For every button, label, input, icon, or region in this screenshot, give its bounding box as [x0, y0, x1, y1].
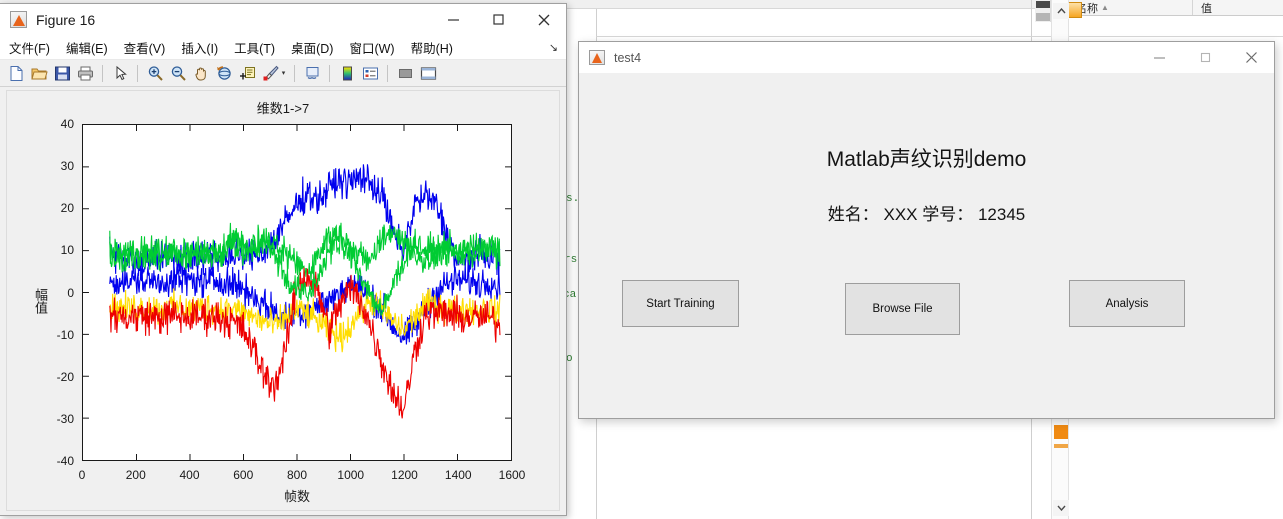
save-figure-icon[interactable]: [51, 62, 73, 84]
x-tick-label: 0: [78, 468, 86, 482]
y-tick-label: -40: [56, 454, 74, 468]
chart-series-series-green-mid: [109, 222, 501, 316]
dialog-subtitle: 姓名： XXX 学号： 12345: [827, 205, 1026, 224]
start-training-button[interactable]: Start Training: [622, 280, 739, 327]
y-tick-label: -10: [56, 327, 74, 342]
menu-window[interactable]: 窗口(W): [349, 38, 394, 57]
workspace-column-value-label: 值: [1201, 2, 1212, 15]
zoom-in-icon[interactable]: [144, 62, 166, 84]
show-plot-tools-icon[interactable]: [417, 62, 439, 84]
editor-top-divider: [596, 36, 1283, 37]
x-tick-label: 200: [125, 468, 146, 482]
figure-canvas[interactable]: 维数1->7 幅值 帧数 40 30 20 10 0 -10 -20 -30 -40 0 200 4…: [6, 90, 560, 511]
close-icon[interactable]: [521, 4, 566, 36]
sort-ascending-icon: ▲: [1101, 3, 1109, 12]
brush-icon[interactable]: [259, 62, 281, 84]
scroll-up-icon[interactable]: [1053, 3, 1069, 19]
y-tick-label: -20: [56, 369, 74, 384]
y-tick-label: 40: [60, 117, 74, 131]
link-plot-icon[interactable]: [301, 62, 323, 84]
y-tick-label: 30: [60, 159, 74, 174]
workspace-panel: 名称 ▲ 值: [1068, 0, 1283, 36]
figure-toolbar[interactable]: ▾: [0, 60, 566, 87]
matlab-icon: [10, 11, 27, 28]
browse-file-button[interactable]: Browse File: [845, 283, 960, 335]
chart-axes[interactable]: [82, 124, 512, 461]
scroll-down-icon[interactable]: [1053, 500, 1069, 516]
maximize-icon[interactable]: [476, 4, 521, 36]
y-tick-label: -30: [56, 411, 74, 426]
menu-overflow-icon[interactable]: ↘: [549, 41, 558, 54]
editor-minimap[interactable]: [1035, 0, 1051, 22]
x-tick-label: 1000: [337, 468, 365, 482]
toolbar-divider: [137, 64, 138, 82]
menu-desktop[interactable]: 桌面(D): [291, 38, 333, 57]
zoom-out-icon[interactable]: [167, 62, 189, 84]
y-tick-label: 0: [67, 285, 74, 300]
toolbar-divider: [102, 64, 103, 82]
menu-insert[interactable]: 插入(I): [181, 38, 218, 57]
colorbar-icon[interactable]: [336, 62, 358, 84]
chart-series-series-yellow: [109, 288, 501, 353]
figure-window-title: Figure 16: [36, 11, 96, 28]
figure-window[interactable]: Figure 16 文件(F) 编辑(E) 查看(V) 插入(I) 工具(T) …: [0, 3, 567, 516]
y-tick-label: 10: [60, 243, 74, 258]
menu-help[interactable]: 帮助(H): [411, 38, 453, 57]
menu-view[interactable]: 查看(V): [124, 38, 166, 57]
y-tick-label: 20: [60, 201, 74, 216]
minimize-icon[interactable]: [1136, 42, 1182, 73]
scrollbar-marker: [1054, 425, 1068, 439]
analysis-button[interactable]: Analysis: [1069, 280, 1185, 327]
pan-icon[interactable]: [190, 62, 212, 84]
chart-title: 维数1->7: [256, 101, 310, 116]
dialog-body: Matlab声纹识别demo 姓名： XXX 学号： 12345 Start T…: [579, 73, 1274, 418]
workspace-column-value[interactable]: 值: [1193, 0, 1212, 15]
toolbar-divider: [329, 64, 330, 82]
menu-file[interactable]: 文件(F): [9, 38, 50, 57]
matlab-icon: [589, 50, 605, 65]
dialog-title: test4: [614, 50, 642, 65]
minimap-block-gray: [1036, 13, 1050, 21]
minimize-icon[interactable]: [431, 4, 476, 36]
dialog-window-controls: [1136, 42, 1274, 73]
minimap-block-dark: [1036, 1, 1050, 8]
dialog-heading: Matlab声纹识别demo: [826, 148, 1027, 171]
workspace-column-name[interactable]: 名称 ▲: [1068, 0, 1193, 15]
x-tick-label: 1600: [498, 468, 526, 482]
menu-edit[interactable]: 编辑(E): [66, 38, 108, 57]
open-file-icon[interactable]: [28, 62, 50, 84]
close-icon[interactable]: [1228, 42, 1274, 73]
pointer-icon[interactable]: [109, 62, 131, 84]
maximize-icon[interactable]: [1182, 42, 1228, 73]
print-figure-icon[interactable]: [74, 62, 96, 84]
screen-root: s. rs ca o 名称 ▲ 值 Figure 16 文件(F) 编辑(E) …: [0, 0, 1283, 519]
new-figure-icon[interactable]: [5, 62, 27, 84]
x-tick-label: 800: [286, 468, 308, 482]
x-tick-label: 400: [179, 468, 200, 482]
x-tick-label: 600: [233, 468, 254, 482]
figure-window-controls: [431, 4, 566, 36]
chart-ylabel: 幅值: [33, 287, 48, 314]
legend-icon[interactable]: [359, 62, 381, 84]
chart-xlabel: 帧数: [283, 489, 310, 504]
menu-tools[interactable]: 工具(T): [234, 38, 275, 57]
rotate-3d-icon[interactable]: [213, 62, 235, 84]
dialog-titlebar[interactable]: test4: [579, 42, 1274, 73]
editor-warning-marker[interactable]: [1068, 2, 1082, 18]
x-tick-label: 1200: [391, 468, 418, 482]
scrollbar-marker: [1054, 444, 1068, 448]
toolbar-divider: [387, 64, 388, 82]
toolbar-divider: [294, 64, 295, 82]
chart-plot-area: [83, 125, 511, 460]
workspace-header: 名称 ▲ 值: [1068, 0, 1283, 16]
data-cursor-icon[interactable]: [236, 62, 258, 84]
figure-titlebar[interactable]: Figure 16: [0, 4, 566, 36]
x-tick-label: 1400: [444, 468, 472, 482]
hide-plot-tools-icon[interactable]: [394, 62, 416, 84]
test4-dialog[interactable]: test4 Matlab声纹识别demo 姓名： XXX 学号： 12345 S…: [578, 41, 1275, 419]
figure-menubar[interactable]: 文件(F) 编辑(E) 查看(V) 插入(I) 工具(T) 桌面(D) 窗口(W…: [0, 36, 566, 60]
